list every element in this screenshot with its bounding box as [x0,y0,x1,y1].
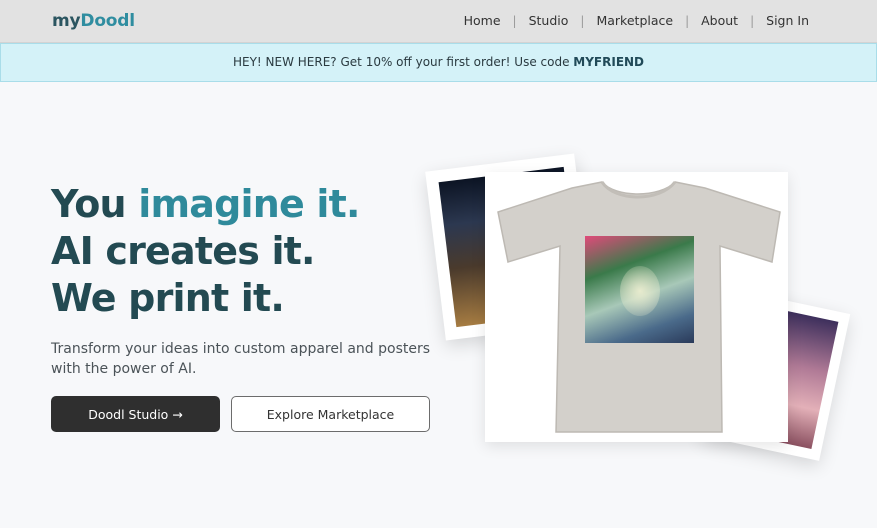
nav-link-studio[interactable]: Studio [529,13,569,28]
promo-text: HEY! NEW HERE? Get 10% off your first or… [232,55,574,69]
logo-text-doodl: Doodl [80,11,135,31]
tshirt-print-artwork [585,236,694,343]
hero-headline-line1: You imagine it. [51,181,360,227]
doodl-studio-button[interactable]: Doodl Studio → [51,396,220,432]
print-glow [620,266,660,316]
nav-separator: | [512,13,517,28]
nav-separator: | [580,13,585,28]
nav-separator: | [750,13,755,28]
site-logo[interactable]: myDoodl [52,11,135,31]
nav-link-marketplace[interactable]: Marketplace [596,13,673,28]
promo-banner: HEY! NEW HERE? Get 10% off your first or… [0,43,877,82]
nav-link-signin[interactable]: Sign In [766,13,809,28]
nav-link-home[interactable]: Home [464,13,501,28]
hero-headline-line2: AI creates it. [51,229,315,273]
nav-link-about[interactable]: About [701,13,738,28]
hero-subtitle: Transform your ideas into custom apparel… [51,341,431,377]
logo-text-my: my [52,11,81,31]
hero-headline-imagine: imagine it. [138,182,360,226]
hero-headline-line3: We print it. [51,276,285,320]
main-nav: Home | Studio | Marketplace | About | Si… [464,13,809,28]
hero-headline-you: You [51,182,139,226]
nav-separator: | [685,13,690,28]
promo-code: MYFRIEND [573,55,645,69]
hero-product-showcase [425,150,851,470]
explore-marketplace-button[interactable]: Explore Marketplace [231,396,430,432]
top-navigation-bar: myDoodl Home | Studio | Marketplace | Ab… [0,0,877,43]
